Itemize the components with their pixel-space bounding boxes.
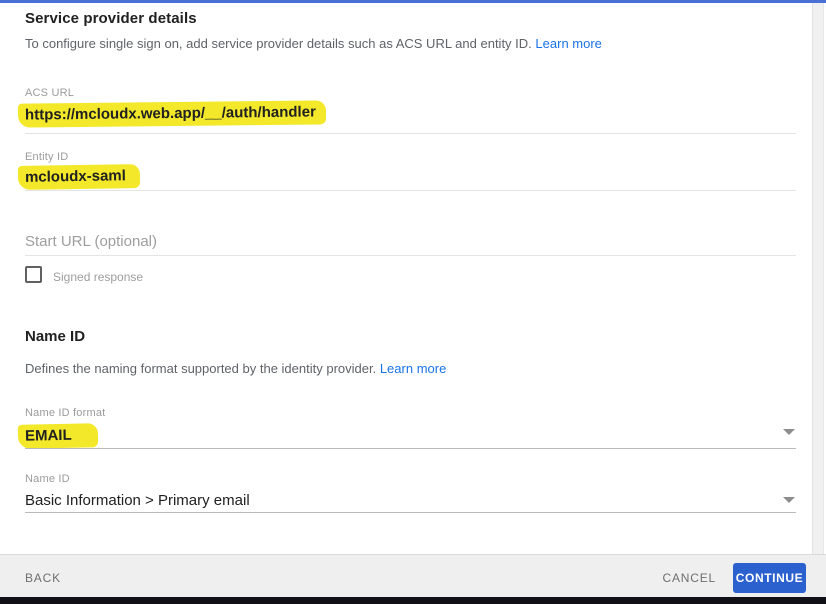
page-description: To configure single sign on, add service… <box>25 36 602 51</box>
vertical-scrollbar[interactable] <box>812 3 824 554</box>
start-url-underline <box>25 255 796 256</box>
name-id-format-chevron-down-icon[interactable] <box>783 429 795 435</box>
name-id-format-underline <box>25 448 796 449</box>
name-id-format-select[interactable]: EMAIL <box>17 423 98 449</box>
continue-button[interactable]: CONTINUE <box>733 563 806 593</box>
page-title: Service provider details <box>25 10 197 27</box>
learn-more-link[interactable]: Learn more <box>535 36 601 51</box>
back-button[interactable]: BACK <box>25 571 61 585</box>
name-id-underline <box>25 512 796 513</box>
page-description-text: To configure single sign on, add service… <box>25 36 532 51</box>
name-id-section-title: Name ID <box>25 328 86 345</box>
entity-id-underline <box>25 190 796 191</box>
name-id-format-highlight: EMAIL <box>17 423 98 449</box>
service-provider-dialog: Service provider details To configure si… <box>0 0 826 604</box>
cancel-button[interactable]: CANCEL <box>663 571 716 585</box>
name-id-section-description: Defines the naming format supported by t… <box>25 361 446 376</box>
entity-id-highlight: mcloudx-saml <box>17 164 141 190</box>
footer-bar: BACK CANCEL CONTINUE <box>0 554 826 597</box>
bottom-black-bar <box>0 597 826 604</box>
start-url-input[interactable]: Start URL (optional) <box>25 233 157 250</box>
signed-response-checkbox[interactable] <box>25 266 42 283</box>
top-accent-line <box>0 0 826 3</box>
name-id-label: Name ID <box>25 473 70 485</box>
acs-url-input[interactable]: https://mcloudx.web.app/__/auth/handler <box>17 100 326 128</box>
name-id-description-text: Defines the naming format supported by t… <box>25 361 377 376</box>
entity-id-input[interactable]: mcloudx-saml <box>17 164 141 190</box>
name-id-chevron-down-icon[interactable] <box>783 497 795 503</box>
entity-id-label: Entity ID <box>25 151 69 163</box>
acs-url-underline <box>25 133 796 134</box>
signed-response-label: Signed response <box>53 270 144 284</box>
name-id-format-label: Name ID format <box>25 407 106 419</box>
name-id-select[interactable]: Basic Information > Primary email <box>25 492 250 509</box>
name-id-learn-more-link[interactable]: Learn more <box>380 361 446 376</box>
acs-url-label: ACS URL <box>25 87 75 99</box>
acs-url-highlight: https://mcloudx.web.app/__/auth/handler <box>17 100 326 128</box>
